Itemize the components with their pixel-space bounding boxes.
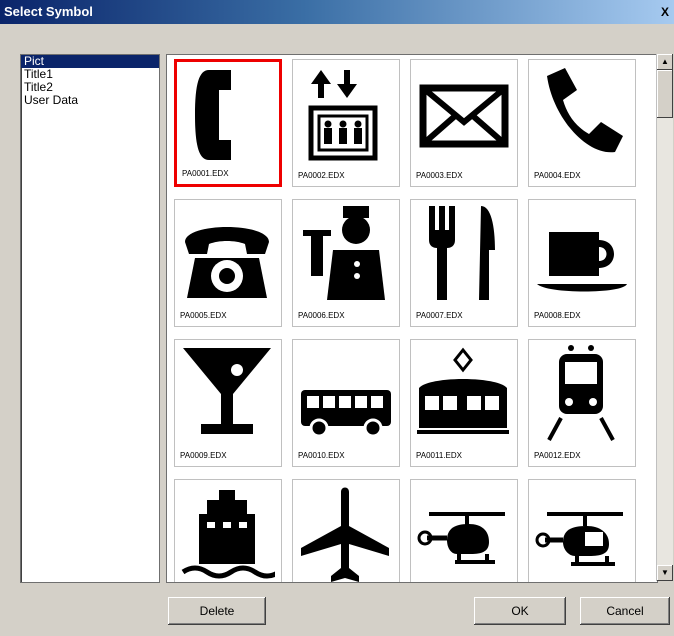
cocktail-glass-icon <box>183 348 271 434</box>
phone-handset-icon <box>195 70 231 160</box>
symbol-grid[interactable]: PA0001.EDX PA0002.EDX PA0003.EDX PA0004.… <box>166 54 658 583</box>
helicopter-icon <box>417 512 505 564</box>
cancel-button[interactable]: Cancel <box>580 597 670 625</box>
vertical-scrollbar[interactable]: ▲ ▼ <box>656 54 673 581</box>
symbol-label: PA0009.EDX <box>180 451 227 460</box>
delete-button[interactable]: Delete <box>168 597 266 625</box>
symbol-label: PA0002.EDX <box>298 171 345 180</box>
elevator-icon <box>308 70 378 161</box>
envelope-icon <box>419 84 509 148</box>
title-bar: Select Symbol X <box>0 0 674 24</box>
coffee-cup-icon <box>537 232 627 292</box>
train-icon <box>547 345 615 441</box>
symbol-tile[interactable]: PA0005.EDX <box>174 199 282 327</box>
tram-icon <box>417 347 509 434</box>
scroll-thumb[interactable] <box>657 70 673 118</box>
ok-button[interactable]: OK <box>474 597 566 625</box>
helicopter-icon <box>535 512 623 566</box>
ship-icon <box>181 490 275 579</box>
rotary-phone-icon <box>185 227 269 298</box>
telephone-receiver-icon <box>547 68 623 153</box>
symbol-tile[interactable]: PA0002.EDX <box>292 59 400 187</box>
symbol-label: PA0010.EDX <box>298 451 345 460</box>
symbol-label: PA0005.EDX <box>180 311 227 320</box>
bus-icon <box>301 390 391 438</box>
category-list[interactable]: Pict Title1 Title2 User Data <box>20 54 160 583</box>
symbol-label: PA0001.EDX <box>182 169 229 178</box>
symbol-tile[interactable] <box>292 479 400 582</box>
symbol-label: PA0007.EDX <box>416 311 463 320</box>
symbol-tile[interactable]: PA0007.EDX <box>410 199 518 327</box>
symbol-tile[interactable]: PA0003.EDX <box>410 59 518 187</box>
fork-knife-icon <box>429 206 495 300</box>
dialog-title: Select Symbol <box>4 4 93 19</box>
symbol-tile[interactable]: PA0004.EDX <box>528 59 636 187</box>
symbol-label: PA0011.EDX <box>416 451 462 460</box>
symbol-tile[interactable]: PA0006.EDX <box>292 199 400 327</box>
symbol-tile[interactable]: PA0011.EDX <box>410 339 518 467</box>
symbol-label: PA0004.EDX <box>534 171 581 180</box>
symbol-tile[interactable]: PA0001.EDX <box>174 59 282 187</box>
symbol-tile[interactable]: PA0010.EDX <box>292 339 400 467</box>
close-button[interactable]: X <box>658 4 672 20</box>
symbol-tile[interactable]: PA0009.EDX <box>174 339 282 467</box>
airplane-icon <box>301 487 389 582</box>
symbol-label: PA0008.EDX <box>534 311 581 320</box>
symbol-tile[interactable]: PA0008.EDX <box>528 199 636 327</box>
scroll-down-button[interactable]: ▼ <box>657 565 673 581</box>
category-item-user-data[interactable]: User Data <box>21 94 159 107</box>
scroll-up-button[interactable]: ▲ <box>657 54 673 70</box>
symbol-tile[interactable] <box>174 479 282 582</box>
symbol-label: PA0003.EDX <box>416 171 463 180</box>
symbol-label: PA0012.EDX <box>534 451 581 460</box>
symbol-tile[interactable] <box>410 479 518 582</box>
symbol-label: PA0006.EDX <box>298 311 345 320</box>
bellhop-icon <box>303 206 385 300</box>
symbol-tile[interactable]: PA0012.EDX <box>528 339 636 467</box>
symbol-tile[interactable] <box>528 479 636 582</box>
